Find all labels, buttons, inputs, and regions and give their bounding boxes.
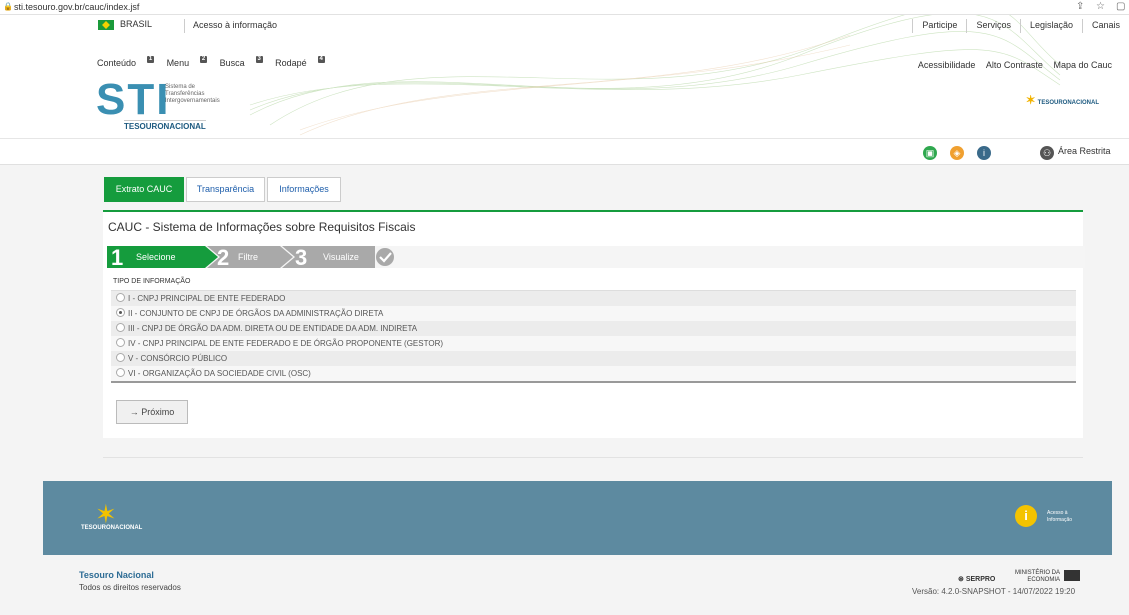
restricted-area-icon[interactable]: ⚇ xyxy=(1040,146,1054,160)
wizard-steps: 1 Selecione 2 Filtre 3 Visualize xyxy=(107,245,1085,270)
tesouro-nacional-logo: TESOURONACIONAL xyxy=(124,120,206,131)
divider xyxy=(103,457,1083,458)
option-i[interactable]: I - CNPJ PRINCIPAL DE ENTE FEDERADO xyxy=(111,291,1076,306)
panel-title: CAUC - Sistema de Informações sobre Requ… xyxy=(108,220,416,234)
info-shortcut-icon[interactable]: i xyxy=(977,146,991,160)
option-vi[interactable]: VI - ORGANIZAÇÃO DA SOCIEDADE CIVIL (OSC… xyxy=(111,366,1076,381)
footer-band: ✶ TESOURONACIONAL i Acesso à Informação xyxy=(43,481,1112,555)
tab-informacoes[interactable]: Informações xyxy=(267,177,341,202)
tesouro-nacional-right-logo[interactable]: TESOURONACIONAL xyxy=(1026,93,1099,107)
top-navigation: BRASIL Acesso à informação Participe Serv… xyxy=(0,19,1129,35)
mapa-cauc-link[interactable]: Mapa do Cauc xyxy=(1053,60,1112,70)
option-iv[interactable]: IV - CNPJ PRINCIPAL DE ENTE FEDERADO E D… xyxy=(111,336,1076,351)
sti-logo-subtitle: Sistema de Transferências Intergovername… xyxy=(165,84,220,104)
radio-button-selected[interactable] xyxy=(116,308,125,318)
proximo-button[interactable]: → Próximo xyxy=(116,400,188,424)
radio-button[interactable] xyxy=(116,353,125,363)
servicos-link[interactable]: Serviços xyxy=(966,19,1020,33)
area-restrita-link[interactable]: Área Restrita xyxy=(1058,146,1111,156)
radio-button[interactable] xyxy=(116,368,125,378)
step-3-number: 3 xyxy=(295,245,308,270)
radio-button[interactable] xyxy=(116,338,125,348)
acesso-informacao-icon[interactable]: i xyxy=(1015,505,1037,527)
acesso-informacao-text[interactable]: Acesso à Informação xyxy=(1047,510,1072,524)
tab-extrato-cauc[interactable]: Extrato CAUC xyxy=(104,177,184,202)
acesso-informacao-link[interactable]: Acesso à informação xyxy=(184,19,277,33)
option-iii[interactable]: III - CNPJ DE ÓRGÃO DA ADM. DIRETA OU DE… xyxy=(111,321,1076,336)
orange-shortcut-icon[interactable]: ◈ xyxy=(950,146,964,160)
acessibilidade-link[interactable]: Acessibilidade xyxy=(918,60,976,70)
sti-logo[interactable]: STI xyxy=(96,78,170,122)
step-1-label: Selecione xyxy=(136,252,176,262)
version-text: Versão: 4.2.0-SNAPSHOT - 14/07/2022 19:2… xyxy=(912,587,1076,596)
lock-icon: 🔒 xyxy=(3,2,13,11)
shortcut-menu[interactable]: Menu 2 xyxy=(167,56,208,68)
green-shortcut-icon[interactable]: ▣ xyxy=(923,146,937,160)
accessibility-links: Acessibilidade Alto Contraste Mapa do Ca… xyxy=(910,60,1112,70)
footer-tesouro-logo: TESOURONACIONAL xyxy=(81,525,143,531)
arrow-right-icon: → xyxy=(129,407,142,417)
canais-link[interactable]: Canais xyxy=(1081,19,1129,33)
top-right-links: Participe Serviços Legislação Canais xyxy=(912,19,1129,33)
brazil-flag-icon xyxy=(98,20,114,30)
serpro-logo: ⊛ SERPRO xyxy=(958,576,996,583)
tab-transparencia[interactable]: Transparência xyxy=(186,177,265,202)
footer-bottom: Tesouro Nacional Todos os direitos reser… xyxy=(0,555,1129,615)
step-3-label: Visualize xyxy=(323,252,359,262)
step-1-number: 1 xyxy=(111,245,124,270)
option-v[interactable]: V - CONSÓRCIO PÚBLICO xyxy=(111,351,1076,366)
footer-rights: Todos os direitos reservados xyxy=(79,583,181,592)
accessibility-shortcuts: Conteúdo 1 Menu 2 Busca 3 Rodapé 4 xyxy=(97,56,335,69)
share-icon[interactable]: ⇪ xyxy=(1076,0,1084,14)
participe-link[interactable]: Participe xyxy=(912,19,966,33)
window-icon[interactable]: ▢ xyxy=(1116,0,1125,14)
icon-toolbar: ▣ ◈ i ⚇ Área Restrita xyxy=(0,138,1129,165)
option-ii[interactable]: II - CONJUNTO DE CNPJ DE ÓRGÃOS DA ADMIN… xyxy=(111,306,1076,321)
ministerio-flag-icon xyxy=(1064,570,1080,581)
browser-url-bar[interactable]: 🔒 sti.tesouro.gov.br/cauc/index.jsf ⇪ ☆ … xyxy=(0,0,1129,15)
bookmark-star-icon[interactable]: ☆ xyxy=(1096,0,1105,14)
url-text[interactable]: sti.tesouro.gov.br/cauc/index.jsf xyxy=(14,0,139,14)
serpro-icon: ⊛ xyxy=(958,576,966,583)
alto-contraste-link[interactable]: Alto Contraste xyxy=(986,60,1043,70)
shortcut-busca[interactable]: Busca 3 xyxy=(220,56,263,68)
brasil-link[interactable]: BRASIL xyxy=(120,19,152,29)
shortcut-rodape[interactable]: Rodapé 4 xyxy=(275,56,325,68)
footer-org[interactable]: Tesouro Nacional xyxy=(79,570,154,580)
step-2-number: 2 xyxy=(217,245,230,270)
legislacao-link[interactable]: Legislação xyxy=(1019,19,1082,33)
tipo-informacao-options: I - CNPJ PRINCIPAL DE ENTE FEDERADO II -… xyxy=(111,290,1076,383)
shortcut-conteudo[interactable]: Conteúdo 1 xyxy=(97,56,155,68)
ministerio-economia-logo: MINISTÉRIO DA ECONOMIA xyxy=(1015,570,1061,583)
cauc-panel: CAUC - Sistema de Informações sobre Requ… xyxy=(103,210,1085,438)
tipo-informacao-label: TIPO DE INFORMAÇÃO xyxy=(113,278,191,285)
step-2-label: Filtre xyxy=(238,252,258,262)
radio-button[interactable] xyxy=(116,323,125,333)
site-header: BRASIL Acesso à informação Participe Serv… xyxy=(0,15,1129,138)
radio-button[interactable] xyxy=(116,293,125,303)
